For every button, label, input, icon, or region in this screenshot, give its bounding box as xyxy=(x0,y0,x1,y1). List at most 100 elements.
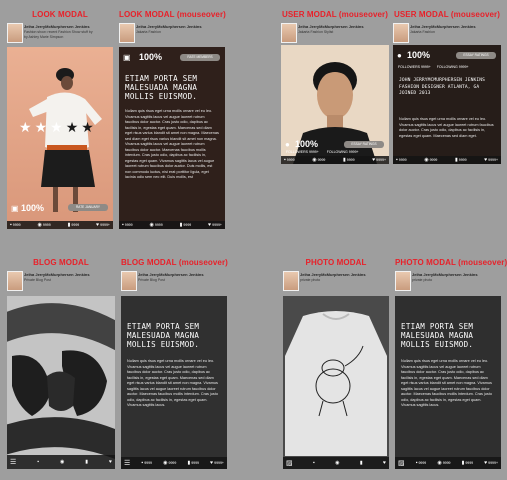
blog-card-hover[interactable]: ETIAM PORTA SEM MALESUADA MAGNA MOLLIS E… xyxy=(121,296,227,469)
heart-icon: ♥ xyxy=(372,157,376,163)
rate-button[interactable]: RATE JANUARY xyxy=(68,204,108,211)
avatar[interactable] xyxy=(119,23,135,43)
following-count[interactable]: FOLLOWING 9999+ xyxy=(437,65,469,69)
stat-views[interactable]: ◉ 9999 xyxy=(312,157,325,163)
stat-saves[interactable]: ▮ 9999 xyxy=(455,157,467,163)
blog-card[interactable]: ☰ ▪ ◉ ▮ ♥ xyxy=(7,296,115,469)
user-card-hover[interactable]: ● 100% ESSAY RATINGS FOLLOWERS 9999+ FOL… xyxy=(393,45,501,164)
modal-body-text: Nullam quis risus eget urna mollis ornar… xyxy=(125,109,219,179)
stat-comments[interactable]: ▪ 9999 xyxy=(122,222,133,228)
stat-comments[interactable]: ▪ xyxy=(313,460,315,466)
photo-card[interactable]: ▨ ▪ ◉ ▮ ♥ xyxy=(283,296,389,469)
avatar[interactable] xyxy=(395,271,411,291)
profile-header: Jeiha JerryMcMurphersen Jenkins private … xyxy=(395,271,501,291)
star-rating[interactable]: ★★★★★ xyxy=(19,119,97,136)
stat-views[interactable]: ◉ 9999 xyxy=(38,222,51,228)
stat-comments[interactable]: ▪ 9999 xyxy=(396,157,407,163)
stat-likes[interactable]: ♥ 9999+ xyxy=(96,222,110,228)
stat-likes[interactable]: ♥ 9999+ xyxy=(484,157,498,163)
eye-icon: ◉ xyxy=(312,157,317,163)
look-modal-panel: LOOK MODAL Jeiha JerryMcMurphersen Jenki… xyxy=(7,10,113,229)
star-icon[interactable]: ★ xyxy=(66,119,82,135)
followers-count[interactable]: FOLLOWERS 9999+ xyxy=(286,150,319,154)
stat-saves[interactable]: ▮ 9999 xyxy=(180,222,192,228)
look-card[interactable]: ★★★★★ ▣ 100% RATE JANUARY ▪ 9999 ◉ 9999 ▮ 9… xyxy=(7,47,113,229)
bookmark-icon: ▮ xyxy=(85,459,89,465)
stat-views[interactable]: ◉ xyxy=(335,460,339,466)
stat-saves[interactable]: ▮ xyxy=(360,460,363,466)
stat-likes[interactable]: ♥ xyxy=(109,459,112,465)
eye-icon: ◉ xyxy=(163,460,168,466)
blog-modal-panel: BLOG MODAL Jeiha JerryMcMurphersen Jenki… xyxy=(7,258,115,470)
look-card-hover[interactable]: 100% ▣ RATE MEMBERS ETIAM PORTA SEM MALE… xyxy=(119,47,225,229)
stat-likes[interactable]: ♥ 9999+ xyxy=(372,157,386,163)
profile-header: Jeiha JerryMcMurphersen Jenkins Fashion … xyxy=(7,23,113,43)
profile-header: Jeiha JerryMcMurphersen Jenkins Jakarta … xyxy=(281,23,389,43)
rate-button[interactable]: RATE MEMBERS xyxy=(180,54,220,61)
heart-icon: ♥ xyxy=(382,460,386,466)
follow-bar: FOLLOWERS 9999+ FOLLOWING 9999+ xyxy=(393,64,501,70)
profile-name[interactable]: Jeiha JerryMcMurphersen Jenkins xyxy=(410,24,476,29)
photo-card-hover[interactable]: ETIAM PORTA SEM MALESUADA MAGNA MOLLIS E… xyxy=(395,296,501,469)
ratings-button[interactable]: ESSAY RATINGS xyxy=(344,141,384,148)
stat-comments[interactable]: ▪ xyxy=(37,459,39,465)
stat-views[interactable]: ◉ xyxy=(60,459,64,465)
stat-likes[interactable]: ♥ 9999+ xyxy=(484,460,498,466)
avatar[interactable] xyxy=(281,23,297,43)
stat-comments[interactable]: ▪ 9999 xyxy=(284,157,295,163)
profile-name[interactable]: Jeiha JerryMcMurphersen Jenkins xyxy=(300,272,366,277)
stat-views[interactable]: ◉ 9999 xyxy=(150,222,163,228)
panel-title: BLOG MODAL (mouseover) xyxy=(121,258,228,267)
look-modal-hover-panel: LOOK MODAL (mouseover) Jeiha JerryMcMurp… xyxy=(119,10,226,229)
sweatshirt-photo xyxy=(283,296,389,469)
stat-views[interactable]: ◉ 9999 xyxy=(437,460,450,466)
bookmark-icon: ▮ xyxy=(359,460,363,466)
user-card[interactable]: ● 100% ESSAY RATINGS FOLLOWERS 9999+ FOL… xyxy=(281,45,389,164)
profile-name[interactable]: Jeiha JerryMcMurphersen Jenkins xyxy=(136,24,202,29)
eye-icon: ◉ xyxy=(437,460,442,466)
comment-icon: ▪ xyxy=(284,157,286,163)
stat-views[interactable]: ◉ 9999 xyxy=(163,460,176,466)
stat-views[interactable]: ◉ 9999 xyxy=(424,157,437,163)
avatar[interactable] xyxy=(7,23,23,43)
avatar[interactable] xyxy=(393,23,409,43)
stat-likes[interactable]: ♥ xyxy=(383,460,386,466)
ratings-button[interactable]: ESSAY RATINGS xyxy=(456,52,496,59)
photo-modal-panel: PHOTO MODAL Jeiha JerryMcMurphersen Jenk… xyxy=(283,258,389,470)
heart-icon: ♥ xyxy=(208,222,212,228)
avatar[interactable] xyxy=(7,271,23,291)
following-count[interactable]: FOLLOWING 9999+ xyxy=(327,150,359,154)
stat-comments[interactable]: ▪ 9999 xyxy=(416,460,427,466)
modal-heading: ETIAM PORTA SEM MALESUADA MAGNA MOLLIS E… xyxy=(125,74,198,101)
star-icon[interactable]: ★ xyxy=(50,119,66,135)
eye-icon: ◉ xyxy=(37,222,42,228)
stat-saves[interactable]: ▮ xyxy=(85,459,88,465)
eye-icon: ◉ xyxy=(59,459,65,465)
star-icon[interactable]: ★ xyxy=(35,119,51,135)
user-bio-text: Nullam quis risus eget urna mollis ornar… xyxy=(399,117,494,138)
comment-icon: ▪ xyxy=(312,460,315,466)
stat-likes[interactable]: ♥ 9999+ xyxy=(208,222,222,228)
profile-name[interactable]: Jeiha JerryMcMurphersen Jenkins xyxy=(24,24,90,29)
bookmark-icon: ▮ xyxy=(455,157,458,163)
profile-header: Jeiha JerryMcMurphersen Jenkins Private … xyxy=(7,271,115,291)
panel-title: LOOK MODAL (mouseover) xyxy=(119,10,226,19)
profile-name[interactable]: Jeiha JerryMcMurphersen Jenkins xyxy=(412,272,478,277)
followers-count[interactable]: FOLLOWERS 9999+ xyxy=(398,65,431,69)
profile-name[interactable]: Jeiha JerryMcMurphersen Jenkins xyxy=(24,272,90,277)
stat-saves[interactable]: ▮ 9999 xyxy=(462,460,474,466)
stat-saves[interactable]: ▮ 9999 xyxy=(343,157,355,163)
stat-comments[interactable]: ▪ 9999 xyxy=(141,460,152,466)
profile-name[interactable]: Jeiha JerryMcMurphersen Jenkins xyxy=(138,272,204,277)
bookmark-icon: ▮ xyxy=(179,222,183,228)
avatar[interactable] xyxy=(121,271,137,291)
profile-name[interactable]: Jeiha JerryMcMurphersen Jenkins xyxy=(298,24,364,29)
stat-saves[interactable]: ▮ 9999 xyxy=(68,222,80,228)
stat-saves[interactable]: ▮ 9999 xyxy=(187,460,199,466)
avatar[interactable] xyxy=(283,271,299,291)
star-icon[interactable]: ★ xyxy=(81,119,97,135)
photo-icon: ▨ xyxy=(286,460,293,467)
star-icon[interactable]: ★ xyxy=(19,119,35,135)
stat-comments[interactable]: ▪ 9999 xyxy=(10,222,21,228)
stat-likes[interactable]: ♥ 9999+ xyxy=(210,460,224,466)
